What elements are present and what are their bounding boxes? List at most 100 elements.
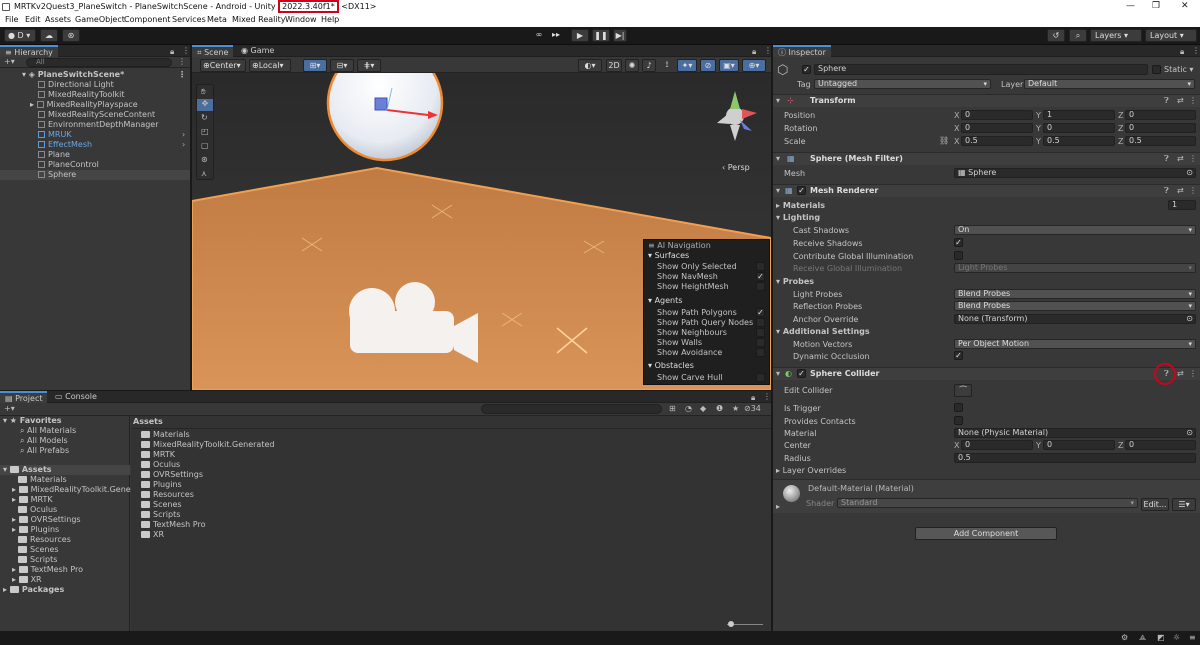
progress-icon[interactable]: ◩ xyxy=(1157,633,1165,642)
rotate-tool-icon[interactable]: ↻ xyxy=(201,113,208,122)
asset-ovrsettings[interactable]: OVRSettings xyxy=(141,470,203,480)
chk-avoidance[interactable] xyxy=(756,348,765,357)
layer-overrides-foldout[interactable]: ▸ Layer Overrides xyxy=(776,466,846,475)
layer-dropdown[interactable]: Default xyxy=(1024,79,1195,89)
hierarchy-item-directional-light[interactable]: Directional Light xyxy=(0,80,114,90)
cast-shadows-dropdown[interactable]: On xyxy=(954,225,1196,235)
tree-plugins[interactable]: ▸ Plugins xyxy=(12,525,59,535)
project-search-input[interactable] xyxy=(481,404,662,414)
scene-root[interactable]: ▾ ◈ PlaneSwitchScene* ⋮ xyxy=(0,70,190,80)
asset-plugins[interactable]: Plugins xyxy=(141,480,182,490)
layers-dropdown[interactable]: Layers ▾ xyxy=(1090,29,1142,42)
menu-component[interactable]: Component xyxy=(124,15,170,24)
tree-mrtk[interactable]: ▸ MRTK xyxy=(12,495,53,505)
close-icon[interactable]: ✕ xyxy=(1181,1,1189,11)
asset-textmeshpro[interactable]: TextMesh Pro xyxy=(141,520,205,530)
minimize-icon[interactable]: — xyxy=(1126,1,1135,11)
additional-settings-foldout[interactable]: ▾ Additional Settings xyxy=(776,327,870,336)
constrain-proportions-icon[interactable]: ⛓︎ xyxy=(939,136,949,145)
chk-path-polygons[interactable]: ✓ xyxy=(756,308,765,317)
rotation-x[interactable]: 0 xyxy=(961,123,1033,133)
hierarchy-item-playspace[interactable]: ▸ MixedRealityPlayspace xyxy=(0,100,138,110)
tree-resources[interactable]: Resources xyxy=(12,535,71,545)
link-icon[interactable]: ∞ xyxy=(531,29,547,42)
mesh-renderer-header[interactable]: ▾ ▦ ✓ Mesh Renderer ❓︎ ⇄ ⋮ xyxy=(773,184,1200,197)
menu-services[interactable]: Services xyxy=(172,15,206,24)
more-icon[interactable]: ⋮ xyxy=(763,392,771,401)
menu-edit[interactable]: Edit xyxy=(25,15,41,24)
center-z[interactable]: 0 xyxy=(1125,440,1196,450)
transform-header[interactable]: ▾ ⊹ Transform ❓︎ ⇄ ⋮ xyxy=(773,94,1200,107)
sphere-collider-toggle[interactable]: ✓ xyxy=(797,369,806,378)
rotation-z[interactable]: 0 xyxy=(1125,123,1196,133)
mesh-field[interactable]: ▦ Sphere ⊙ xyxy=(954,168,1196,178)
menu-mixed-reality[interactable]: Mixed Reality xyxy=(232,15,286,24)
scale-z[interactable]: 0.5 xyxy=(1125,136,1196,146)
menu-gameobject[interactable]: GameObject xyxy=(75,15,125,24)
hidden-objects-icon[interactable]: ⊘ xyxy=(700,59,716,72)
lock-icon[interactable]: 🔒︎ xyxy=(170,47,174,57)
warning-icon[interactable]: ❶ xyxy=(716,404,723,413)
account-button[interactable]: ● D ▾ xyxy=(4,29,36,42)
asset-oculus[interactable]: Oculus xyxy=(141,460,180,470)
position-y[interactable]: 1 xyxy=(1043,110,1115,120)
hierarchy-item-mrtk[interactable]: MixedRealityToolkit xyxy=(0,90,124,100)
tree-favorites[interactable]: ▾ ★ Favorites xyxy=(3,416,62,426)
probes-foldout[interactable]: ▾ Probes xyxy=(776,277,814,286)
effects-icon[interactable]: ✦▾ xyxy=(677,59,697,72)
filter-type-icon[interactable]: ◔ xyxy=(685,404,692,413)
tree-packages[interactable]: ▸ Packages xyxy=(3,585,64,595)
scale-y[interactable]: 0.5 xyxy=(1043,136,1115,146)
more-icon[interactable]: ⋮ xyxy=(178,57,186,66)
move-tool-icon[interactable]: ✥ xyxy=(197,99,213,111)
anchor-override-field[interactable]: None (Transform) ⊙ xyxy=(954,314,1196,324)
more-icon[interactable]: ⋮ xyxy=(1192,46,1200,55)
sphere-collider-header[interactable]: ▾ ◐ ✓ Sphere Collider ❓︎ ⇄ ⋮ xyxy=(773,367,1200,380)
more-icon[interactable]: ⋮ xyxy=(1189,96,1197,105)
layout-dropdown[interactable]: Layout ▾ xyxy=(1145,29,1197,42)
tab-game[interactable]: ◉ Game xyxy=(236,45,279,57)
rotation-y[interactable]: 0 xyxy=(1043,123,1115,133)
zoom-slider-handle[interactable] xyxy=(728,621,734,627)
shader-dropdown[interactable]: Standard xyxy=(837,498,1138,508)
help-icon[interactable]: ❓︎ xyxy=(1164,96,1169,106)
hierarchy-item-planecontrol[interactable]: PlaneControl xyxy=(0,160,99,170)
section-obstacles[interactable]: ▾ Obstacles xyxy=(648,361,694,370)
step-button[interactable]: ▶| xyxy=(613,29,627,42)
fast-forward-icon[interactable]: ▸▸ xyxy=(549,29,563,42)
tag-dropdown[interactable]: Untagged xyxy=(814,79,991,89)
chk-show-navmesh[interactable]: ✓ xyxy=(756,272,765,281)
more-icon[interactable]: ⋮ xyxy=(1189,369,1197,378)
hierarchy-item-mruk[interactable]: MRUK › xyxy=(0,130,190,140)
menu-meta[interactable]: Meta xyxy=(207,15,227,24)
scale-x[interactable]: 0.5 xyxy=(961,136,1033,146)
cache-icon[interactable]: ☼ xyxy=(1173,633,1180,642)
search-icon[interactable]: ⌕ xyxy=(1069,29,1087,42)
tree-assets[interactable]: ▾ Assets xyxy=(0,465,130,475)
more-icon[interactable]: ⋮ xyxy=(1189,186,1197,195)
asset-scripts[interactable]: Scripts xyxy=(141,510,180,520)
center-x[interactable]: 0 xyxy=(961,440,1033,450)
chk-neighbours[interactable] xyxy=(756,328,765,337)
static-toggle[interactable] xyxy=(1152,65,1161,74)
materials-foldout[interactable]: ▸ Materials xyxy=(776,201,825,210)
hand-tool-icon[interactable]: ✋︎ xyxy=(201,87,206,97)
custom-tool-icon[interactable]: ⋏ xyxy=(201,169,207,178)
camera-settings-icon[interactable]: ▣▾ xyxy=(719,59,739,72)
tab-project[interactable]: ▤ Project xyxy=(0,391,48,403)
contribute-gi-checkbox[interactable] xyxy=(954,251,963,260)
fav-all-prefabs[interactable]: ⌕ All Prefabs xyxy=(20,446,69,456)
asset-mrtk-generated[interactable]: MixedRealityToolkit.Generated xyxy=(141,440,274,450)
menu-file[interactable]: File xyxy=(5,15,18,24)
mesh-filter-header[interactable]: ▾ ▦ Sphere (Mesh Filter) ❓︎ ⇄ ⋮ xyxy=(773,152,1200,165)
fav-all-materials[interactable]: ⌕ All Materials xyxy=(20,426,76,436)
hierarchy-item-plane[interactable]: Plane xyxy=(0,150,70,160)
play-button[interactable]: ▶ xyxy=(571,29,589,42)
chk-show-heightmesh[interactable] xyxy=(756,282,765,291)
favorite-icon[interactable]: ★ xyxy=(732,404,739,413)
tree-ovrsettings[interactable]: ▸ OVRSettings xyxy=(12,515,81,525)
tree-scenes[interactable]: Scenes xyxy=(12,545,59,555)
asset-materials[interactable]: Materials xyxy=(141,430,190,440)
tab-hierarchy[interactable]: ≡ Hierarchy xyxy=(0,45,58,57)
collab-icon[interactable]: ⊛ xyxy=(62,29,80,42)
